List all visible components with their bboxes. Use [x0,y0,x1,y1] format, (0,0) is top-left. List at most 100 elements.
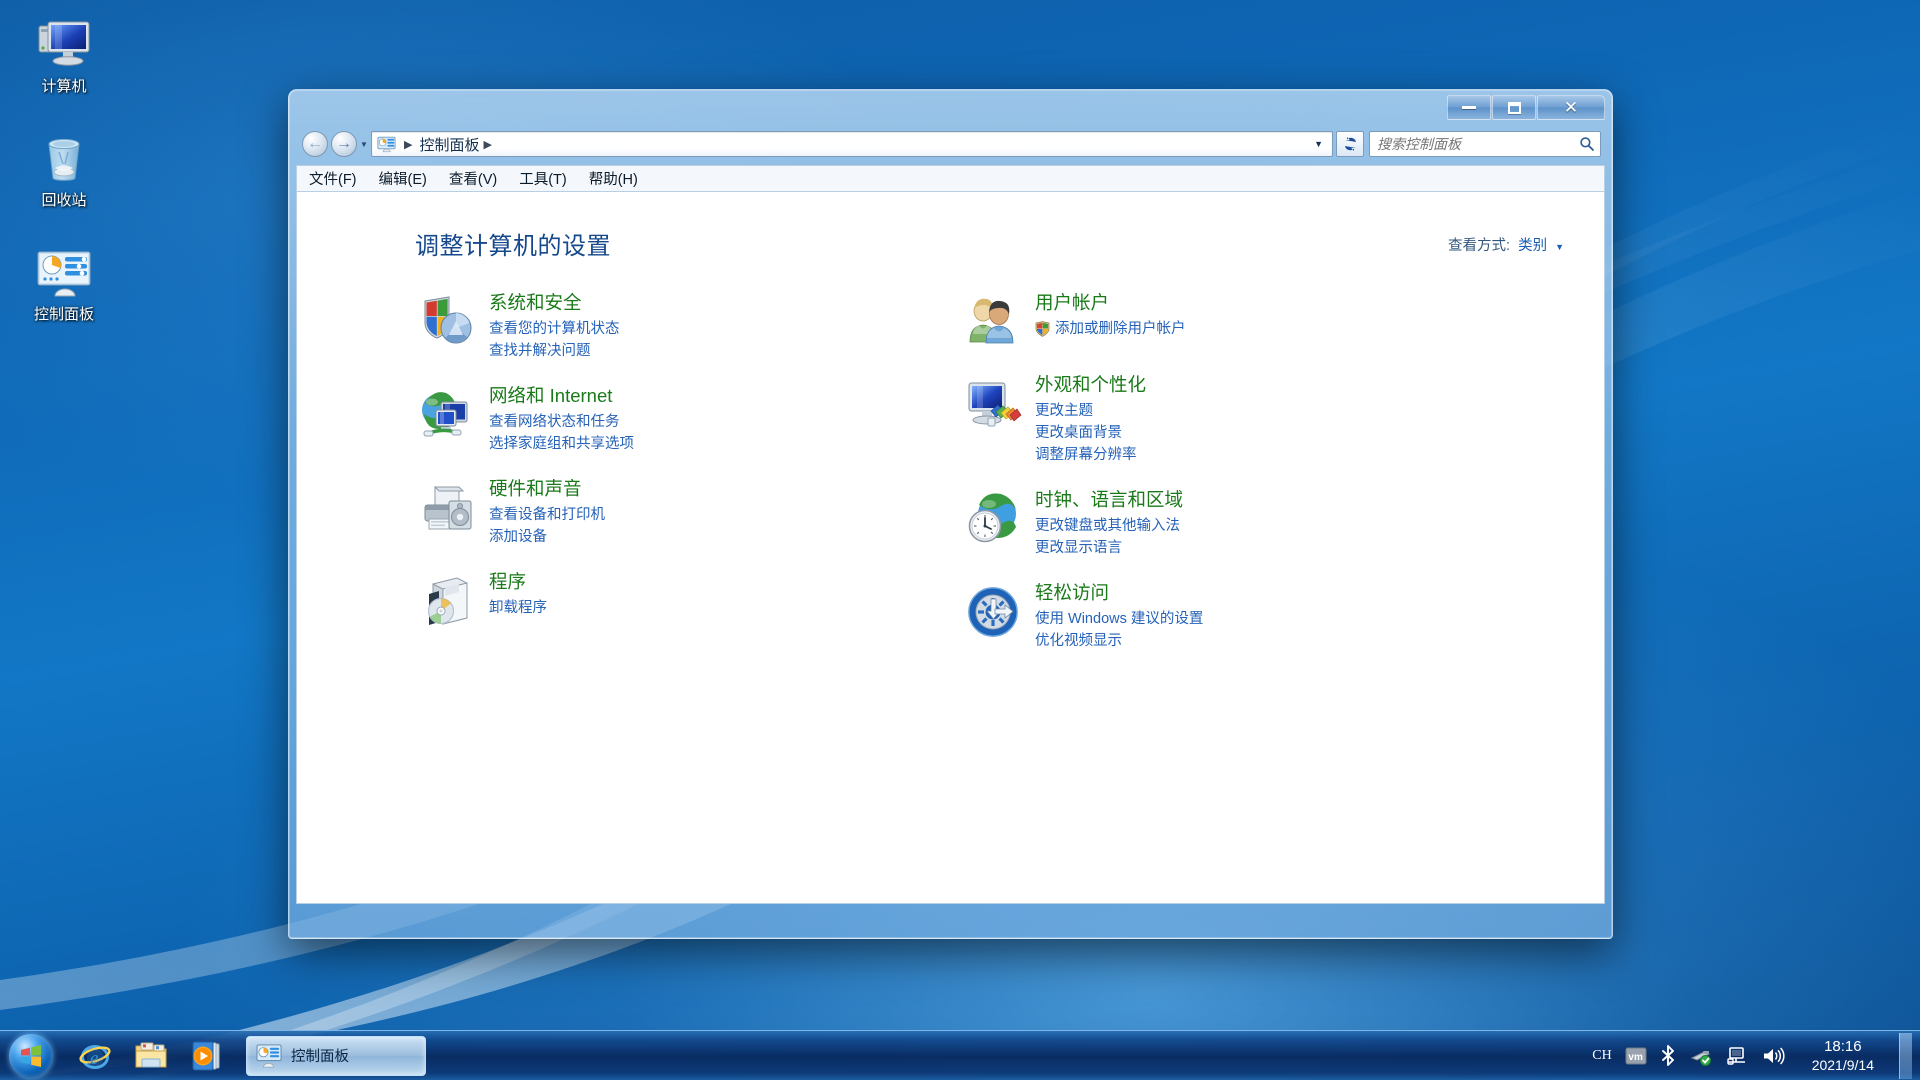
category-network-and-internet: 网络和 Internet 查看网络状态和任务 选择家庭组和共享选项 [415,384,895,455]
taskbar-media-player-button[interactable] [184,1035,230,1077]
safely-remove-hardware-icon[interactable] [1689,1046,1713,1066]
globe-clock-icon[interactable] [961,488,1027,559]
bluetooth-icon[interactable] [1660,1045,1676,1066]
category-title[interactable]: 程序 [489,570,547,594]
vmware-tray-icon[interactable]: vm [1625,1046,1647,1066]
category-link[interactable]: 查找并解决问题 [489,340,620,362]
link-text: 查看设备和打印机 [489,507,605,523]
taskbar-control-panel-task[interactable]: 控制面板 [246,1035,426,1076]
network-icon[interactable] [1726,1046,1748,1066]
taskbar-windows-explorer-button[interactable] [128,1035,174,1077]
category-link[interactable]: 更改主题 [1035,400,1146,422]
arrow-left-icon: ← [307,135,323,152]
menu-help[interactable]: 帮助(H) [589,168,638,189]
link-text: 更改桌面背景 [1035,425,1122,441]
taskbar-clock[interactable]: 18:16 2021/9/14 [1798,1037,1884,1075]
category-link[interactable]: 添加或删除用户帐户 [1035,318,1186,340]
breadcrumb-separator: ▶ [404,138,413,151]
category-link[interactable]: 查看设备和打印机 [489,504,605,526]
menu-edit[interactable]: 编辑(E) [379,168,427,189]
desktop-icon-recycle-bin[interactable]: 回收站 [8,124,120,210]
category-title[interactable]: 外观和个性化 [1035,373,1146,397]
user-accounts-icon[interactable] [961,291,1027,351]
search-input[interactable] [1377,136,1579,152]
start-button[interactable] [4,1033,58,1079]
menu-file[interactable]: 文件(F) [309,168,357,189]
link-text: 查看您的计算机状态 [489,321,620,337]
clock-date: 2021/9/14 [1811,1056,1874,1073]
control-panel-icon [256,1043,282,1067]
breadcrumb-control-panel[interactable]: 控制面板 [419,134,479,155]
taskbar-internet-explorer-button[interactable]: e [72,1035,118,1077]
category-link[interactable]: 选择家庭组和共享选项 [489,433,634,455]
desktop-icon-control-panel[interactable]: 控制面板 [8,238,120,324]
arrow-right-icon: → [336,135,352,152]
link-text: 添加或删除用户帐户 [1055,321,1186,337]
taskbar: e 控制面板 CH vm 18:16 2021/9/14 [0,1030,1920,1080]
desktop-icon-label: 回收站 [41,192,87,209]
history-dropdown-button[interactable]: ▼ [357,140,371,149]
category-link[interactable]: 更改桌面背景 [1035,422,1146,444]
window-titlebar[interactable]: ✕ [296,95,1605,126]
link-text: 选择家庭组和共享选项 [489,436,634,452]
svg-text:e: e [90,1048,98,1069]
link-text: 使用 Windows 建议的设置 [1035,611,1204,627]
link-text: 更改键盘或其他输入法 [1035,518,1180,534]
monitor-palette-icon[interactable] [961,373,1027,466]
category-title[interactable]: 用户帐户 [1035,291,1186,315]
menu-bar: 文件(F) 编辑(E) 查看(V) 工具(T) 帮助(H) [296,165,1605,191]
category-title[interactable]: 轻松访问 [1035,581,1203,605]
category-column-left: 系统和安全 查看您的计算机状态 查找并解决问题 网络和 Internet 查看网… [415,291,895,674]
refresh-button[interactable] [1336,131,1364,157]
category-clock-language-region: 时钟、语言和区域 更改键盘或其他输入法 更改显示语言 [961,488,1441,559]
minimize-button[interactable] [1447,95,1491,120]
forward-button[interactable]: → [331,131,357,157]
category-link[interactable]: 查看网络状态和任务 [489,411,634,433]
ime-indicator[interactable]: CH [1592,1048,1611,1064]
menu-view[interactable]: 查看(V) [449,168,497,189]
internet-explorer-icon: e [79,1044,111,1069]
desktop-icon-area: 计算机 回收站 控制面板 [8,10,120,352]
category-link[interactable]: 调整屏幕分辨率 [1035,444,1146,466]
category-link[interactable]: 查看您的计算机状态 [489,318,620,340]
breadcrumb-separator-2[interactable]: ▶ [483,138,491,151]
category-title[interactable]: 硬件和声音 [489,477,605,501]
search-box[interactable] [1369,131,1601,157]
maximize-button[interactable] [1492,95,1536,120]
category-link[interactable]: 卸载程序 [489,597,547,619]
address-dropdown-icon[interactable]: ▼ [1307,139,1330,149]
address-bar[interactable]: ▶ 控制面板 ▶ ▼ [371,131,1333,157]
desktop-icon-label: 计算机 [41,78,87,95]
link-text: 查找并解决问题 [489,343,591,359]
desktop-icon-computer[interactable]: 计算机 [8,10,120,96]
windows-media-player-icon [192,1041,220,1070]
windows-explorer-icon [135,1042,167,1067]
category-link[interactable]: 使用 Windows 建议的设置 [1035,608,1203,630]
close-icon: ✕ [1563,98,1579,117]
shield-pie-icon[interactable] [415,291,481,362]
chevron-down-icon[interactable]: ▼ [1555,242,1564,252]
taskbar-task-label: 控制面板 [291,1049,349,1065]
category-title[interactable]: 系统和安全 [489,291,620,315]
category-link[interactable]: 更改显示语言 [1035,537,1183,559]
category-link[interactable]: 添加设备 [489,526,605,548]
category-title[interactable]: 时钟、语言和区域 [1035,488,1183,512]
menu-tools[interactable]: 工具(T) [519,168,567,189]
globe-network-icon[interactable] [415,384,481,455]
category-link[interactable]: 更改键盘或其他输入法 [1035,515,1183,537]
search-icon[interactable] [1579,136,1595,152]
back-button[interactable]: ← [302,131,328,157]
view-by-value[interactable]: 类别 [1518,234,1547,255]
ease-of-access-icon[interactable] [961,581,1027,652]
category-title[interactable]: 网络和 Internet [489,384,634,408]
minimize-icon [1462,106,1476,109]
window-controls: ✕ [1446,95,1605,121]
close-button[interactable]: ✕ [1537,95,1605,120]
link-text: 卸载程序 [489,600,547,616]
category-link[interactable]: 优化视频显示 [1035,630,1203,652]
printer-speaker-icon[interactable] [415,477,481,548]
volume-icon[interactable] [1761,1046,1785,1066]
software-box-cd-icon[interactable] [415,570,481,630]
link-text: 查看网络状态和任务 [489,414,620,430]
show-desktop-button[interactable] [1899,1032,1912,1079]
